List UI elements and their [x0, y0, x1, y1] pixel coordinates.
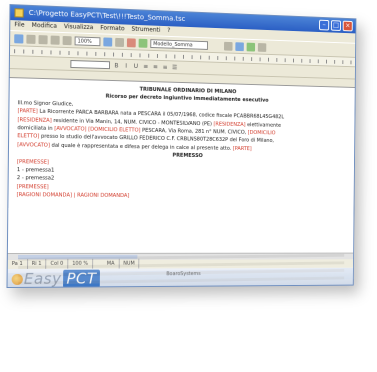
bold-button[interactable]: B	[113, 62, 120, 69]
field-tag: [PARTE]	[17, 108, 38, 115]
align-center-button[interactable]: ≡	[152, 63, 159, 70]
field-tag: [PARTE]	[232, 145, 252, 152]
save-icon[interactable]	[14, 33, 24, 44]
cut-icon[interactable]	[26, 34, 36, 44]
menu-modifica[interactable]: Modifica	[32, 21, 57, 32]
menu-file[interactable]: File	[14, 20, 24, 30]
align-right-button[interactable]: ≡	[162, 63, 169, 70]
paste-icon[interactable]	[50, 35, 60, 45]
window-reflection	[8, 206, 354, 290]
align-left-button[interactable]: ≡	[142, 63, 149, 70]
undo-icon[interactable]	[62, 35, 72, 45]
italic-button[interactable]: I	[123, 62, 130, 69]
font-icon[interactable]	[103, 36, 113, 47]
reflection-line	[18, 268, 345, 277]
field-tag: [AVVOCATO]	[17, 142, 50, 149]
field-tag: [RESIDENZA]	[213, 121, 246, 128]
field-tag: [AVVOCATO]	[54, 125, 87, 133]
field-tag: [RESIDENZA]	[17, 116, 52, 124]
table-icon[interactable]	[126, 37, 136, 47]
menu-help[interactable]: ?	[167, 26, 170, 36]
list-button[interactable]: ☰	[171, 64, 178, 71]
reflection-line	[18, 261, 345, 269]
window-controls: – □ ×	[319, 19, 353, 32]
insert-icon[interactable]	[138, 38, 148, 48]
menu-strumenti[interactable]: Strumenti	[131, 25, 160, 36]
menu-formato[interactable]: Formato	[100, 24, 125, 35]
reflection-image	[8, 206, 354, 285]
app-icon	[14, 8, 24, 18]
minimize-button[interactable]: –	[319, 19, 330, 31]
options-icon[interactable]	[257, 42, 267, 52]
paragraph-text: domiciliata in	[17, 125, 55, 132]
copy-icon[interactable]	[38, 34, 48, 44]
window-title: C:\Progetto EasyPCT\Test\!!!Testo_Somma.…	[28, 8, 186, 23]
dropdown-icon[interactable]	[224, 41, 233, 51]
reflection-line	[18, 253, 345, 261]
close-button[interactable]: ×	[342, 20, 353, 32]
underline-button[interactable]: U	[133, 62, 140, 70]
maximize-button[interactable]: □	[330, 20, 341, 31]
field-tag: ELETTO]	[17, 133, 40, 141]
check-icon[interactable]	[246, 42, 256, 52]
print-icon[interactable]	[235, 41, 244, 51]
font-size-select[interactable]	[70, 59, 111, 70]
doc-last-line: [RAGIONI DOMANDA] | RAGIONI DOMANDA]	[16, 192, 130, 200]
menu-visualizza[interactable]: Visualizza	[64, 22, 94, 33]
reflection-line	[18, 276, 345, 285]
zoom-select[interactable]: 100%	[74, 35, 101, 46]
field-tag: [DOMICILIO ELETTO]	[88, 126, 141, 134]
paragraph-text: elettivamente	[245, 121, 282, 129]
paragraph-icon[interactable]	[115, 37, 125, 47]
field-tag: [DOMICILIO	[247, 129, 276, 137]
style-select[interactable]: Modello_Somma	[150, 38, 208, 50]
scene: C:\Progetto EasyPCT\Test\!!!Testo_Somma.…	[0, 0, 377, 372]
